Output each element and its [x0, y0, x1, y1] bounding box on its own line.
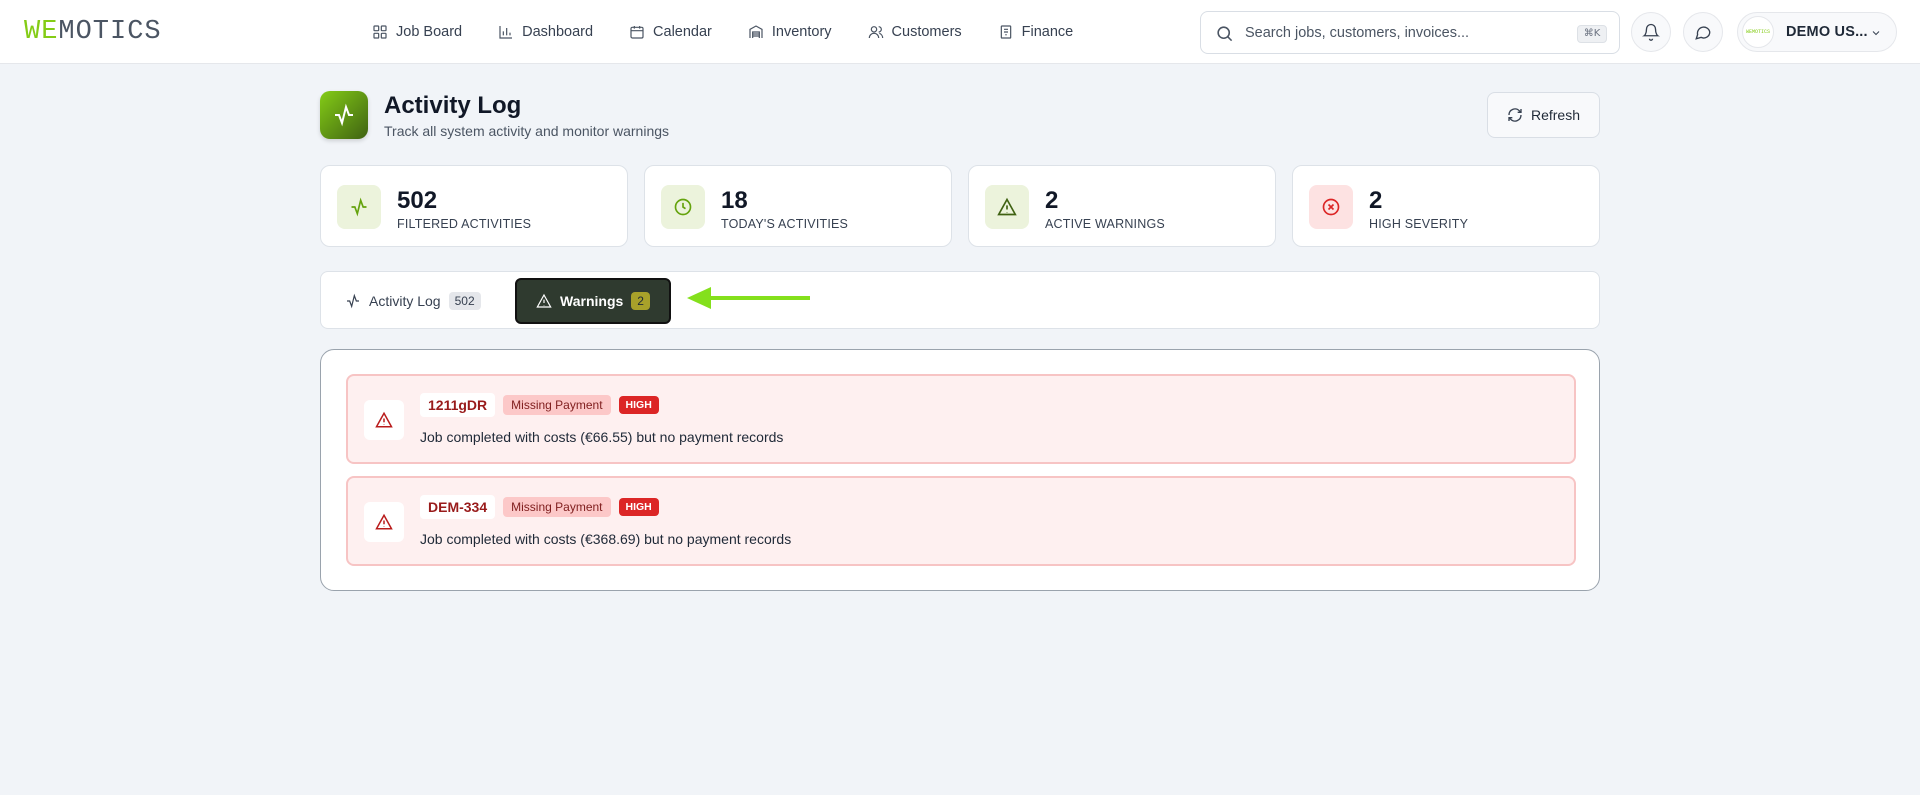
- stat-value: 18: [721, 187, 748, 214]
- tab-label: Activity Log: [369, 293, 441, 309]
- nav-calendar[interactable]: Calendar: [629, 20, 712, 44]
- refresh-icon: [1508, 108, 1522, 122]
- nav-customers[interactable]: Customers: [868, 20, 962, 44]
- alert-triangle-icon: [536, 293, 552, 308]
- stat-icon-box: [661, 185, 705, 229]
- user-menu[interactable]: WEMOTICS DEMO US...: [1737, 12, 1897, 52]
- arrow-left-icon: [687, 287, 810, 309]
- stat-icon-box: [337, 185, 381, 229]
- chat-bubble-icon: [1695, 26, 1711, 40]
- stat-value: 502: [397, 187, 438, 214]
- warning-message: Job completed with costs (€66.55) but no…: [420, 429, 784, 445]
- nav-finance[interactable]: Finance: [998, 20, 1074, 44]
- stat-value: 2: [1045, 187, 1059, 214]
- activity-log-logo: [320, 91, 368, 139]
- tab-warnings[interactable]: Warnings 2: [515, 278, 671, 324]
- nav-job-board[interactable]: Job Board: [372, 20, 462, 44]
- severity-badge: HIGH: [618, 396, 659, 414]
- warnings-panel: 1211gDR Missing Payment HIGH Job complet…: [320, 349, 1600, 591]
- stat-filtered-activities: 502 Filtered Activities: [320, 165, 628, 247]
- warning-type-badge: Missing Payment: [503, 497, 611, 517]
- bar-chart-icon: [499, 26, 513, 39]
- warning-header: 1211gDR Missing Payment HIGH: [420, 393, 659, 417]
- activity-icon: [335, 103, 353, 127]
- severity-badge: HIGH: [618, 498, 659, 516]
- grid-icon: [373, 25, 387, 39]
- warehouse-icon: [749, 25, 763, 38]
- stat-high-severity: 2 High Severity: [1292, 165, 1600, 247]
- wemotics-logo[interactable]: WEMOTICS: [24, 18, 162, 46]
- tab-count-badge: 502: [448, 292, 481, 310]
- nav-label: Calendar: [653, 24, 712, 40]
- bell-icon: [1642, 23, 1660, 41]
- stat-icon-box: [985, 185, 1029, 229]
- logo-we: WE: [24, 17, 59, 47]
- nav-inventory[interactable]: Inventory: [748, 20, 832, 44]
- clock-icon: [674, 198, 692, 216]
- logo-rest: MOTICS: [58, 17, 162, 47]
- x-circle-icon: [1322, 198, 1340, 216]
- nav-label: Job Board: [396, 24, 463, 40]
- tab-count-badge: 2: [631, 292, 650, 310]
- stat-todays-activities: 18 Today's Activities: [644, 165, 952, 247]
- avatar: WEMOTICS: [1742, 16, 1774, 48]
- warning-item[interactable]: 1211gDR Missing Payment HIGH Job complet…: [346, 374, 1576, 464]
- tab-label: Warnings: [560, 293, 624, 309]
- alert-triangle-icon: [997, 197, 1017, 216]
- stat-label: High Severity: [1369, 217, 1469, 231]
- activity-icon: [347, 293, 359, 309]
- alert-triangle-icon: [375, 513, 393, 530]
- warning-type-badge: Missing Payment: [503, 395, 611, 415]
- stat-label: Active Warnings: [1045, 217, 1165, 231]
- stat-label: Today's Activities: [721, 217, 849, 231]
- messages-button[interactable]: [1683, 12, 1723, 52]
- warning-icon-box: [364, 502, 404, 542]
- top-navbar: WEMOTICS Job Board Dashboard Calendar In…: [0, 0, 1920, 64]
- nav-label: Dashboard: [522, 24, 594, 40]
- user-name: DEMO US...: [1786, 24, 1868, 40]
- tab-activity-log[interactable]: Activity Log 502: [345, 278, 481, 324]
- activity-icon: [351, 197, 367, 217]
- refresh-label: Refresh: [1530, 107, 1581, 123]
- job-id[interactable]: 1211gDR: [420, 393, 496, 417]
- calendar-icon: [630, 26, 644, 39]
- notifications-button[interactable]: [1631, 12, 1671, 52]
- shortcut-badge: ⌘K: [1577, 25, 1607, 43]
- global-search[interactable]: ⌘K: [1200, 11, 1620, 54]
- nav-label: Finance: [1021, 24, 1074, 40]
- page-title: Activity Log: [384, 92, 522, 119]
- alert-triangle-icon: [375, 411, 393, 428]
- tab-bar: Activity Log 502 Warnings 2: [320, 271, 1600, 329]
- job-id[interactable]: DEM-334: [420, 495, 496, 519]
- nav-dashboard[interactable]: Dashboard: [498, 20, 593, 44]
- chevron-down-icon: [1872, 31, 1880, 36]
- page-subtitle: Track all system activity and monitor wa…: [384, 123, 670, 139]
- nav-label: Inventory: [771, 24, 832, 40]
- receipt-icon: [1000, 25, 1011, 39]
- stat-active-warnings: 2 Active Warnings: [968, 165, 1276, 247]
- search-input[interactable]: [1245, 20, 1545, 46]
- main-nav: Job Board Dashboard Calendar Inventory C…: [372, 20, 1109, 44]
- warning-message: Job completed with costs (€368.69) but n…: [420, 531, 792, 547]
- warning-item[interactable]: DEM-334 Missing Payment HIGH Job complet…: [346, 476, 1576, 566]
- nav-label: Customers: [891, 24, 962, 40]
- warning-icon-box: [364, 400, 404, 440]
- search-icon: [1217, 26, 1233, 42]
- users-icon: [868, 26, 883, 39]
- refresh-button[interactable]: Refresh: [1487, 92, 1600, 138]
- stat-icon-box: [1309, 185, 1353, 229]
- stat-label: Filtered Activities: [397, 217, 532, 231]
- stat-value: 2: [1369, 187, 1383, 214]
- warning-header: DEM-334 Missing Payment HIGH: [420, 495, 659, 519]
